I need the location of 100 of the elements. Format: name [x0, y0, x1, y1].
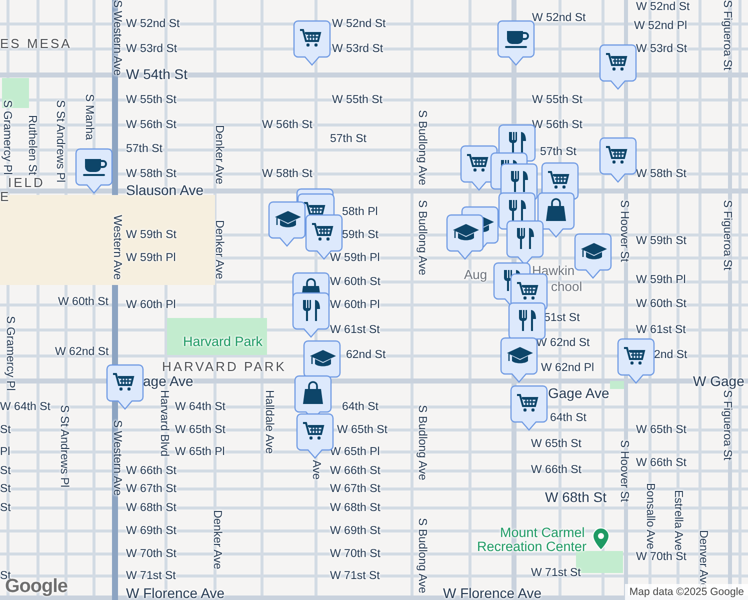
street-label: W 64th St — [0, 400, 50, 414]
street-label: W 71st St — [126, 569, 176, 583]
street-label: W 67th St — [126, 482, 176, 496]
street-label: W 65th St — [337, 423, 388, 437]
street-label: W 59th St — [636, 234, 686, 248]
street-label: W 68th St — [126, 501, 176, 515]
street-label: W 69th St — [330, 524, 380, 538]
street-label: W 58th St — [636, 167, 686, 181]
street-label: S Budlong Ave — [415, 518, 429, 594]
park-label: Recreation Center — [477, 540, 587, 554]
street-label: 59th St — [342, 228, 378, 242]
street-label: Pl — [0, 445, 10, 459]
street-label: W 55th St — [126, 93, 176, 107]
street-label: W 68th St — [330, 501, 380, 515]
street-label: W 55th St — [332, 93, 382, 107]
street-label: 64th St — [342, 400, 378, 414]
street-label: S Hoover St — [617, 200, 631, 262]
street-label: W 65th St — [175, 423, 226, 437]
street-label: W 59th Pl — [636, 273, 686, 287]
street-label: W 61st St — [636, 323, 686, 337]
street-label: W 66th St — [636, 456, 686, 470]
street-label: W 59th Pl — [126, 251, 176, 265]
street-label: W 70th St — [330, 547, 380, 561]
street-label: S Gramercy Pl — [3, 316, 17, 391]
street-label: 57th St — [330, 132, 366, 146]
street-label: 64th St — [550, 411, 586, 425]
street-label: W 54th St — [126, 66, 188, 82]
street-label: W 60th St — [330, 275, 380, 289]
street-label: Halldale Ave — [262, 390, 276, 454]
street-label: W 67th St — [330, 482, 380, 496]
street-label: Slauson Ave — [126, 182, 204, 198]
park-label: Harvard Park — [183, 335, 263, 349]
street-label: S Gramercy Pl — [0, 100, 14, 175]
street-label: S Figueroa St — [720, 200, 734, 270]
street-label: W 62nd St — [55, 345, 109, 359]
street-label: S Budlong Ave — [415, 110, 429, 186]
street-label: St — [0, 464, 11, 478]
street-label: W 52nd St — [332, 17, 386, 31]
street-label: W 68th St — [545, 489, 606, 505]
street-label: S St Andrews Pl — [53, 100, 67, 182]
street-label: W 69th St — [126, 524, 176, 538]
street-label: W Florence Ave — [443, 585, 542, 600]
district-label: IELD — [8, 176, 45, 190]
street-label: W 53rd St — [332, 42, 384, 56]
street-label: S Western Ave — [110, 420, 124, 496]
street-label: St — [0, 482, 11, 496]
street-label: W 60th St — [58, 295, 108, 309]
street-label: W 65th St — [531, 437, 582, 451]
place-label: chool — [551, 280, 582, 294]
street-label: Estrella Ave — [672, 490, 685, 551]
street-label: S Figueroa St — [720, 390, 734, 460]
street-label: W 55th St — [532, 93, 582, 107]
street-label: 2nd St — [654, 348, 688, 362]
street-label: S Hoover St — [617, 440, 631, 502]
street-label: 62nd St — [346, 348, 386, 362]
street-label: W Florence Ave — [126, 585, 225, 600]
street-label: W 71st St — [330, 569, 380, 583]
street-label: W 58th St — [126, 167, 176, 181]
street-label: W 60th Pl — [126, 298, 176, 312]
street-label: W 52nd Pl — [634, 19, 688, 33]
street-label: Denker Ave — [212, 220, 226, 280]
street-label: Denker Ave — [210, 510, 224, 570]
street-label: S St Andrews Pl — [57, 405, 71, 488]
street-label: W 56th St — [126, 118, 176, 132]
street-label: 58th Pl — [342, 205, 378, 219]
street-label: W 70th St — [636, 550, 686, 564]
street-label: 57th St — [540, 145, 576, 159]
street-label: W 59th St — [126, 228, 176, 242]
street-label: W 65th St — [636, 423, 686, 437]
street-label: W 66th St — [531, 463, 582, 477]
street-label: W 61st St — [330, 323, 380, 337]
street-label: Ruthelen St — [25, 115, 39, 176]
street-label: Ave — [309, 460, 323, 480]
district-label: ES MESA — [0, 37, 72, 51]
street-label: W 52nd St — [126, 17, 180, 31]
street-label: W Gage — [693, 373, 744, 389]
street-label: S Western Ave — [110, 0, 124, 76]
street-label: St — [0, 501, 11, 515]
street-label: W 58th St — [262, 167, 312, 181]
street-label: S Budlong Ave — [415, 405, 429, 480]
street-label: Harvard Blvd — [157, 390, 171, 456]
street-label: W 56th St — [532, 118, 582, 132]
street-label: W 64th St — [175, 400, 226, 414]
street-label: S Budlong Ave — [415, 200, 429, 276]
street-label: Bonsallo Ave — [643, 483, 657, 550]
street-label: Denker Ave — [212, 125, 226, 184]
street-label: Gage Ave — [548, 385, 610, 401]
street-label: W 52nd St — [636, 0, 690, 14]
park-label: Mount Carmel — [500, 526, 585, 540]
street-label: Western Ave — [110, 215, 124, 280]
street-label: W 56th St — [262, 118, 312, 132]
street-label: W 53rd St — [126, 42, 178, 56]
street-label: W 70th St — [126, 547, 176, 561]
street-label: W 53rd St — [636, 42, 688, 56]
place-label: Aug — [464, 268, 488, 282]
street-label: W 66th St — [330, 464, 380, 478]
street-label: W 60th Pl — [330, 298, 380, 312]
street-label: W 66th St — [126, 464, 176, 478]
district-label: E — [0, 190, 11, 204]
street-label: W 59th Pl — [330, 251, 380, 265]
